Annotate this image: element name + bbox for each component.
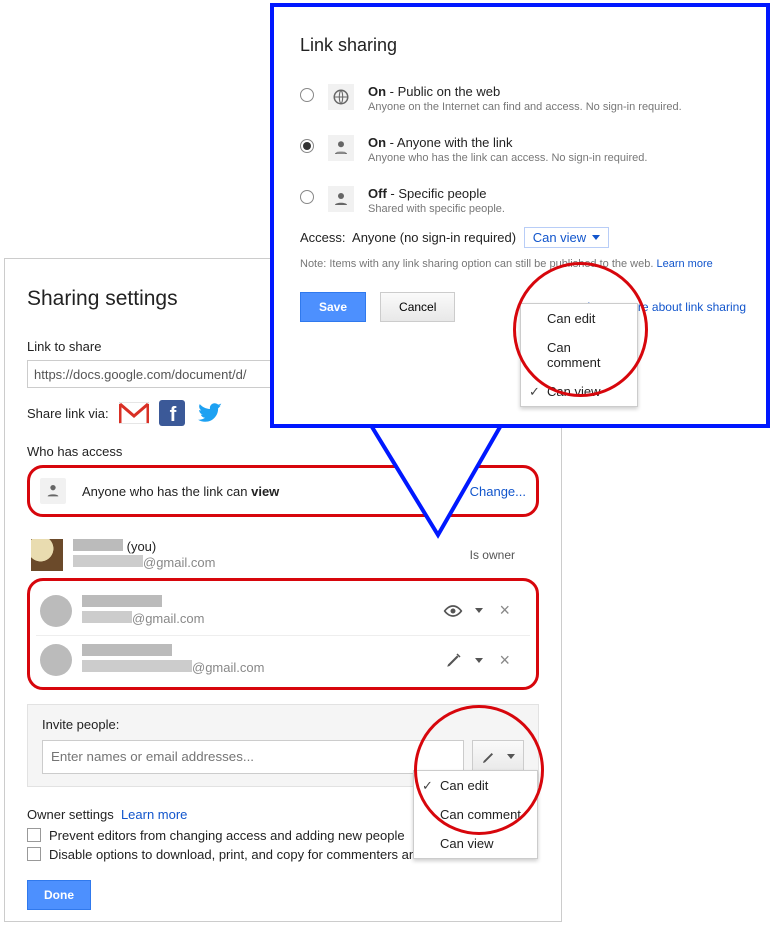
avatar-icon	[31, 539, 63, 571]
owner-permission-label: Is owner	[470, 548, 515, 562]
invite-input[interactable]	[42, 740, 464, 774]
invite-permission-dropdown[interactable]	[472, 740, 524, 774]
option-desc: Anyone on the Internet can find and acce…	[368, 101, 682, 113]
avatar-icon	[40, 595, 72, 627]
change-access-link[interactable]: Change...	[470, 484, 526, 499]
learn-more-link[interactable]: Learn more	[121, 807, 187, 822]
shared-users-box: @gmail.com × @gmail.com ×	[27, 578, 539, 690]
caret-down-icon	[475, 658, 483, 663]
shared-user-row: @gmail.com ×	[36, 635, 530, 685]
invite-permission-menu: Can edit Can comment Can view	[413, 770, 538, 859]
shared-user-row: @gmail.com ×	[36, 587, 530, 636]
menu-item-can-edit[interactable]: Can edit	[521, 304, 637, 333]
menu-item-can-edit[interactable]: Can edit	[414, 771, 537, 800]
person-icon	[328, 186, 354, 212]
facebook-icon[interactable]: f	[159, 400, 185, 426]
avatar-icon	[40, 644, 72, 676]
option-title: On - Public on the web	[368, 84, 682, 99]
option-desc: Anyone who has the link can access. No s…	[368, 152, 647, 164]
menu-item-can-comment[interactable]: Can comment	[414, 800, 537, 829]
gmail-icon[interactable]	[119, 402, 149, 424]
link-person-icon	[328, 135, 354, 161]
access-permission-menu: Can edit Can comment Can view	[520, 303, 638, 407]
link-sharing-popup: Link sharing On - Public on the web Anyo…	[270, 3, 770, 428]
pencil-icon	[481, 749, 497, 765]
caret-down-icon	[592, 235, 600, 240]
option-title: Off - Specific people	[368, 186, 505, 201]
done-button[interactable]: Done	[27, 880, 91, 910]
link-sharing-option-public[interactable]: On - Public on the web Anyone on the Int…	[300, 84, 746, 113]
option-title: On - Anyone with the link	[368, 135, 647, 150]
checkbox-icon[interactable]	[27, 828, 41, 842]
radio-icon[interactable]	[300, 88, 314, 102]
invite-people-label: Invite people:	[42, 717, 524, 732]
radio-icon[interactable]	[300, 139, 314, 153]
cancel-button[interactable]: Cancel	[380, 292, 455, 322]
checkbox-icon[interactable]	[27, 847, 41, 861]
access-summary-box: Anyone who has the link can view Change.…	[27, 465, 539, 517]
learn-more-link[interactable]: Learn more	[656, 258, 712, 270]
option-desc: Shared with specific people.	[368, 203, 505, 215]
globe-icon	[328, 84, 354, 110]
twitter-icon[interactable]	[195, 400, 225, 426]
share-link-via-label: Share link via:	[27, 406, 109, 421]
link-sharing-note: Note: Items with any link sharing option…	[300, 258, 746, 270]
link-sharing-title: Link sharing	[300, 35, 746, 56]
owner-row: (you) @gmail.com Is owner	[27, 531, 539, 580]
link-sharing-option-specific-people[interactable]: Off - Specific people Shared with specif…	[300, 186, 746, 215]
pencil-icon	[445, 651, 463, 669]
caret-down-icon	[507, 754, 515, 759]
menu-item-can-view[interactable]: Can view	[414, 829, 537, 858]
menu-item-can-comment[interactable]: Can comment	[521, 333, 637, 377]
permission-dropdown[interactable]	[445, 651, 483, 669]
remove-user-button[interactable]: ×	[483, 650, 526, 671]
access-permission-dropdown[interactable]: Can view	[524, 227, 609, 248]
radio-icon[interactable]	[300, 190, 314, 204]
caret-down-icon	[475, 608, 483, 613]
access-summary-text: Anyone who has the link can view	[82, 484, 279, 499]
save-button[interactable]: Save	[300, 292, 366, 322]
link-sharing-option-anyone-with-link[interactable]: On - Anyone with the link Anyone who has…	[300, 135, 746, 164]
menu-item-can-view[interactable]: Can view	[521, 377, 637, 406]
access-line: Access: Anyone (no sign-in required) Can…	[300, 227, 746, 248]
remove-user-button[interactable]: ×	[483, 600, 526, 621]
permission-dropdown[interactable]	[443, 604, 483, 618]
link-person-icon	[40, 478, 66, 504]
checkbox-label: Prevent editors from changing access and…	[49, 828, 405, 843]
who-has-access-label: Who has access	[27, 444, 539, 459]
checkbox-label: Disable options to download, print, and …	[49, 847, 471, 862]
eye-icon	[443, 604, 463, 618]
svg-text:f: f	[169, 404, 176, 426]
